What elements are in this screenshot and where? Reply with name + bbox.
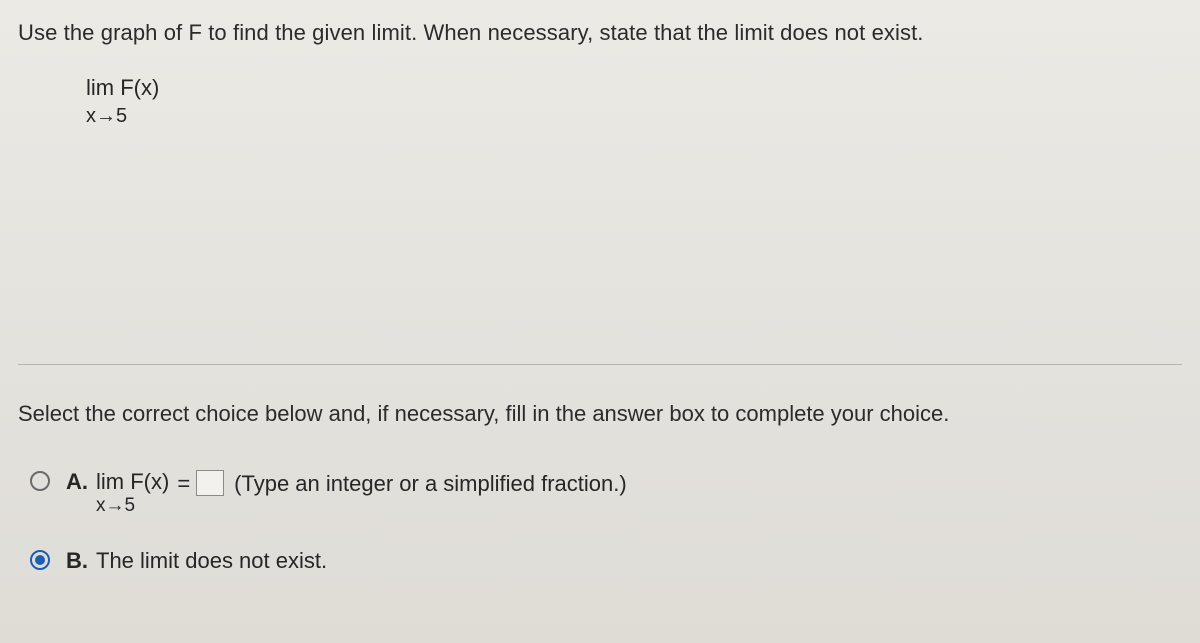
choice-a-answer-input[interactable] [196, 470, 224, 496]
question-prompt: Use the graph of F to find the given lim… [18, 20, 1182, 46]
radio-unselected-icon [30, 471, 50, 491]
choice-b-text: The limit does not exist. [96, 548, 327, 574]
choice-b-radio[interactable] [30, 550, 52, 572]
section-divider [18, 364, 1182, 365]
equals-sign: = [177, 469, 190, 500]
choice-a-expr-bottom: x→5 [96, 495, 135, 518]
choice-b-row: B. The limit does not exist. [30, 548, 1182, 574]
limit-top-line: lim F(x) [86, 74, 1182, 102]
answer-instruction: Select the correct choice below and, if … [18, 401, 1182, 427]
limit-bottom-line: x→5 [86, 104, 1182, 129]
choice-a-row: A. lim F(x) x→5 = (Type an integer or a … [30, 469, 1182, 518]
choice-b-letter: B. [66, 548, 96, 574]
choice-a-letter: A. [66, 469, 96, 495]
choice-a-radio[interactable] [30, 471, 52, 493]
choice-a-expression: lim F(x) x→5 [96, 469, 169, 518]
choice-a-hint: (Type an integer or a simplified fractio… [234, 469, 627, 500]
radio-dot-icon [35, 555, 45, 565]
question-page: Use the graph of F to find the given lim… [0, 0, 1200, 643]
choice-a-expr-top: lim F(x) [96, 469, 169, 495]
limit-expression: lim F(x) x→5 [86, 74, 1182, 129]
